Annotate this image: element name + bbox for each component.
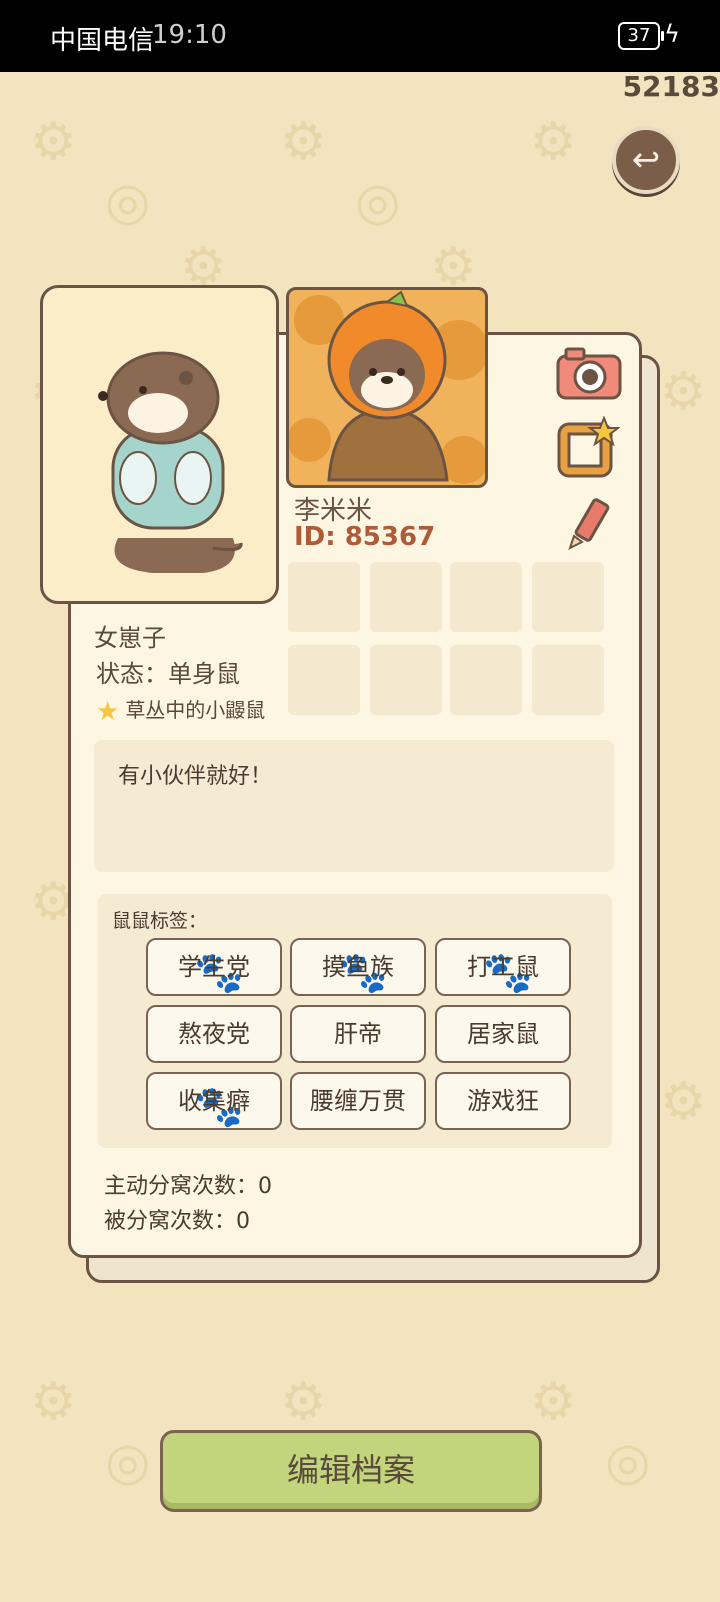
back-arrow-icon: ↩	[631, 140, 661, 180]
tag-label: 肝帝	[334, 1020, 382, 1048]
avatar-illustration	[289, 290, 485, 484]
title-badge-label: 草丛中的小鼹鼠	[125, 698, 266, 722]
tag-chip[interactable]: 🐾 摸鱼族	[290, 938, 426, 996]
tag-label: 学生党	[178, 953, 250, 981]
title-badge: ★ 草丛中的小鼹鼠	[96, 694, 265, 727]
badge-slot[interactable]	[370, 562, 442, 632]
pencil-icon	[568, 498, 610, 550]
badge-slot[interactable]	[288, 645, 360, 715]
tags-section: 鼠鼠标签： 🐾 学生党 🐾 摸鱼族 🐾 打工鼠 熬夜党 肝帝 居家鼠 🐾 收集癖 腰缠万…	[98, 894, 612, 1148]
tag-label: 收集癖	[178, 1087, 250, 1115]
battery-icon: 37	[618, 22, 664, 50]
tag-chip[interactable]: 游戏狂	[435, 1072, 571, 1130]
carrier-label: 中国电信	[50, 26, 155, 56]
profile-id: ID: 85367	[294, 522, 436, 552]
tag-label: 摸鱼族	[322, 953, 394, 981]
gender-label: 女崽子	[94, 624, 166, 652]
tag-label: 游戏狂	[467, 1087, 539, 1115]
tag-label: 居家鼠	[467, 1020, 539, 1048]
badge-slot[interactable]	[532, 645, 604, 715]
tag-chip[interactable]: 熬夜党	[146, 1005, 282, 1063]
status-bar: 中国电信 19:10 37 ϟ	[0, 0, 720, 72]
badge-slot[interactable]	[450, 645, 522, 715]
charging-icon: ϟ	[664, 20, 680, 48]
tag-chip[interactable]: 🐾 学生党	[146, 938, 282, 996]
profile-avatar[interactable]	[286, 287, 488, 488]
tags-label: 鼠鼠标签：	[112, 910, 208, 932]
badge-slot[interactable]	[288, 562, 360, 632]
relationship-status: 状态：单身鼠	[96, 660, 240, 688]
edit-name-button[interactable]	[566, 496, 614, 556]
tag-label: 打工鼠	[467, 953, 539, 981]
edit-profile-button[interactable]: 编辑档案	[160, 1430, 542, 1512]
badge-slot[interactable]	[532, 562, 604, 632]
active-split-count: 主动分窝次数：0	[104, 1174, 272, 1199]
tag-label: 腰缠万贯	[310, 1087, 406, 1115]
tag-chip[interactable]: 🐾 收集癖	[146, 1072, 282, 1130]
tag-chip[interactable]: 居家鼠	[435, 1005, 571, 1063]
passive-split-count: 被分窝次数：0	[104, 1209, 250, 1234]
otter-illustration	[98, 351, 243, 573]
tag-chip[interactable]: 🐾 打工鼠	[435, 938, 571, 996]
badge-slot[interactable]	[450, 562, 522, 632]
frame-star-icon	[557, 415, 621, 478]
frame-button[interactable]	[556, 415, 621, 484]
score-counter: 52183	[622, 70, 720, 103]
camera-icon	[556, 347, 622, 400]
tag-chip[interactable]: 肝帝	[290, 1005, 426, 1063]
star-icon: ★	[96, 697, 120, 727]
bio-box: 有小伙伴就好！	[94, 740, 614, 872]
character-portrait	[40, 285, 279, 604]
clock: 19:10	[152, 20, 227, 50]
bio-text: 有小伙伴就好！	[118, 764, 273, 789]
tag-chip[interactable]: 腰缠万贯	[290, 1072, 426, 1130]
camera-button[interactable]	[556, 346, 622, 406]
back-button[interactable]: ↩	[612, 126, 680, 194]
badge-slot[interactable]	[370, 645, 442, 715]
tag-label: 熬夜党	[178, 1020, 250, 1048]
